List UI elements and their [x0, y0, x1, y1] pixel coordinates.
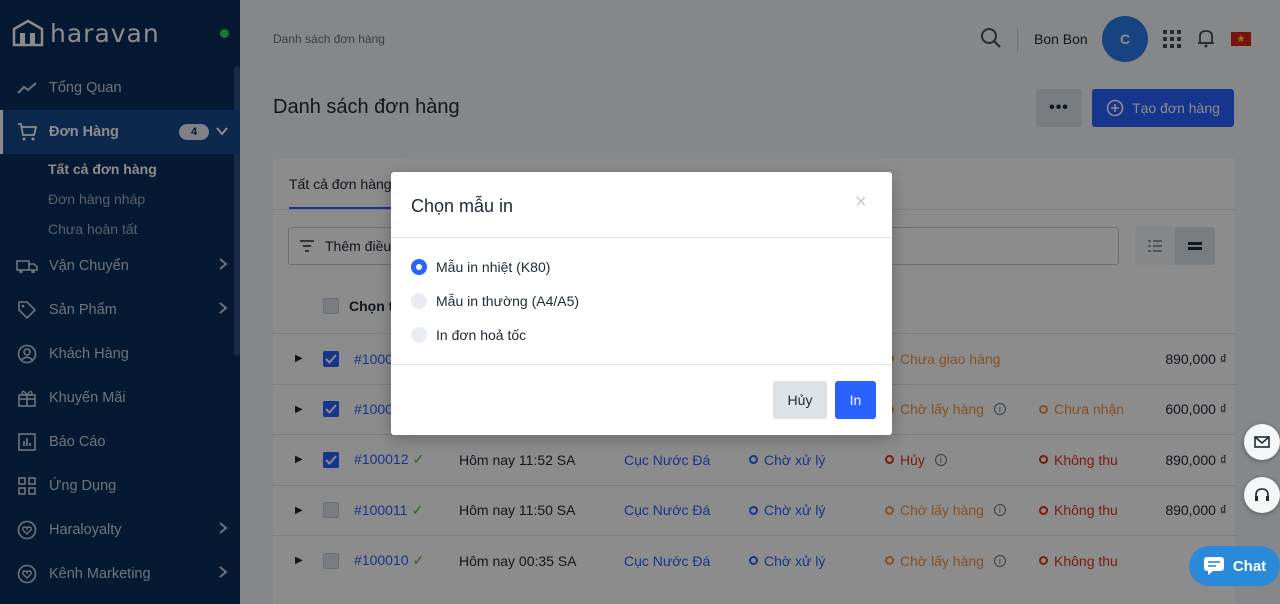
chat-icon [1203, 557, 1224, 575]
headset-icon [1255, 488, 1269, 501]
close-icon[interactable]: × [855, 192, 867, 212]
modal-divider [391, 364, 892, 365]
radio-button[interactable] [411, 327, 427, 343]
print-template-modal: Chọn mẫu in × Mẫu in nhiệt (K80) Mẫu in t… [391, 172, 892, 435]
print-option[interactable]: Mẫu in thường (A4/A5) [411, 293, 579, 309]
print-option[interactable]: Mẫu in nhiệt (K80) [411, 259, 550, 275]
chat-label: Chat [1232, 557, 1267, 575]
print-option-label: Mẫu in nhiệt (K80) [436, 259, 551, 275]
print-option-label: In đơn hoả tốc [436, 327, 527, 343]
print-button[interactable]: In [835, 381, 876, 419]
cancel-button[interactable]: Hủy [773, 381, 827, 419]
radio-button[interactable] [411, 293, 427, 309]
print-option-label: Mẫu in thường (A4/A5) [436, 293, 580, 309]
support-button[interactable] [1244, 477, 1280, 513]
mail-button[interactable] [1244, 424, 1280, 460]
print-option[interactable]: In đơn hoả tốc [411, 327, 526, 343]
modal-title: Chọn mẫu in [411, 196, 514, 216]
chat-button[interactable]: Chat [1189, 546, 1280, 586]
radio-button[interactable] [411, 259, 427, 275]
mail-icon [1254, 436, 1270, 448]
modal-divider [391, 237, 892, 238]
